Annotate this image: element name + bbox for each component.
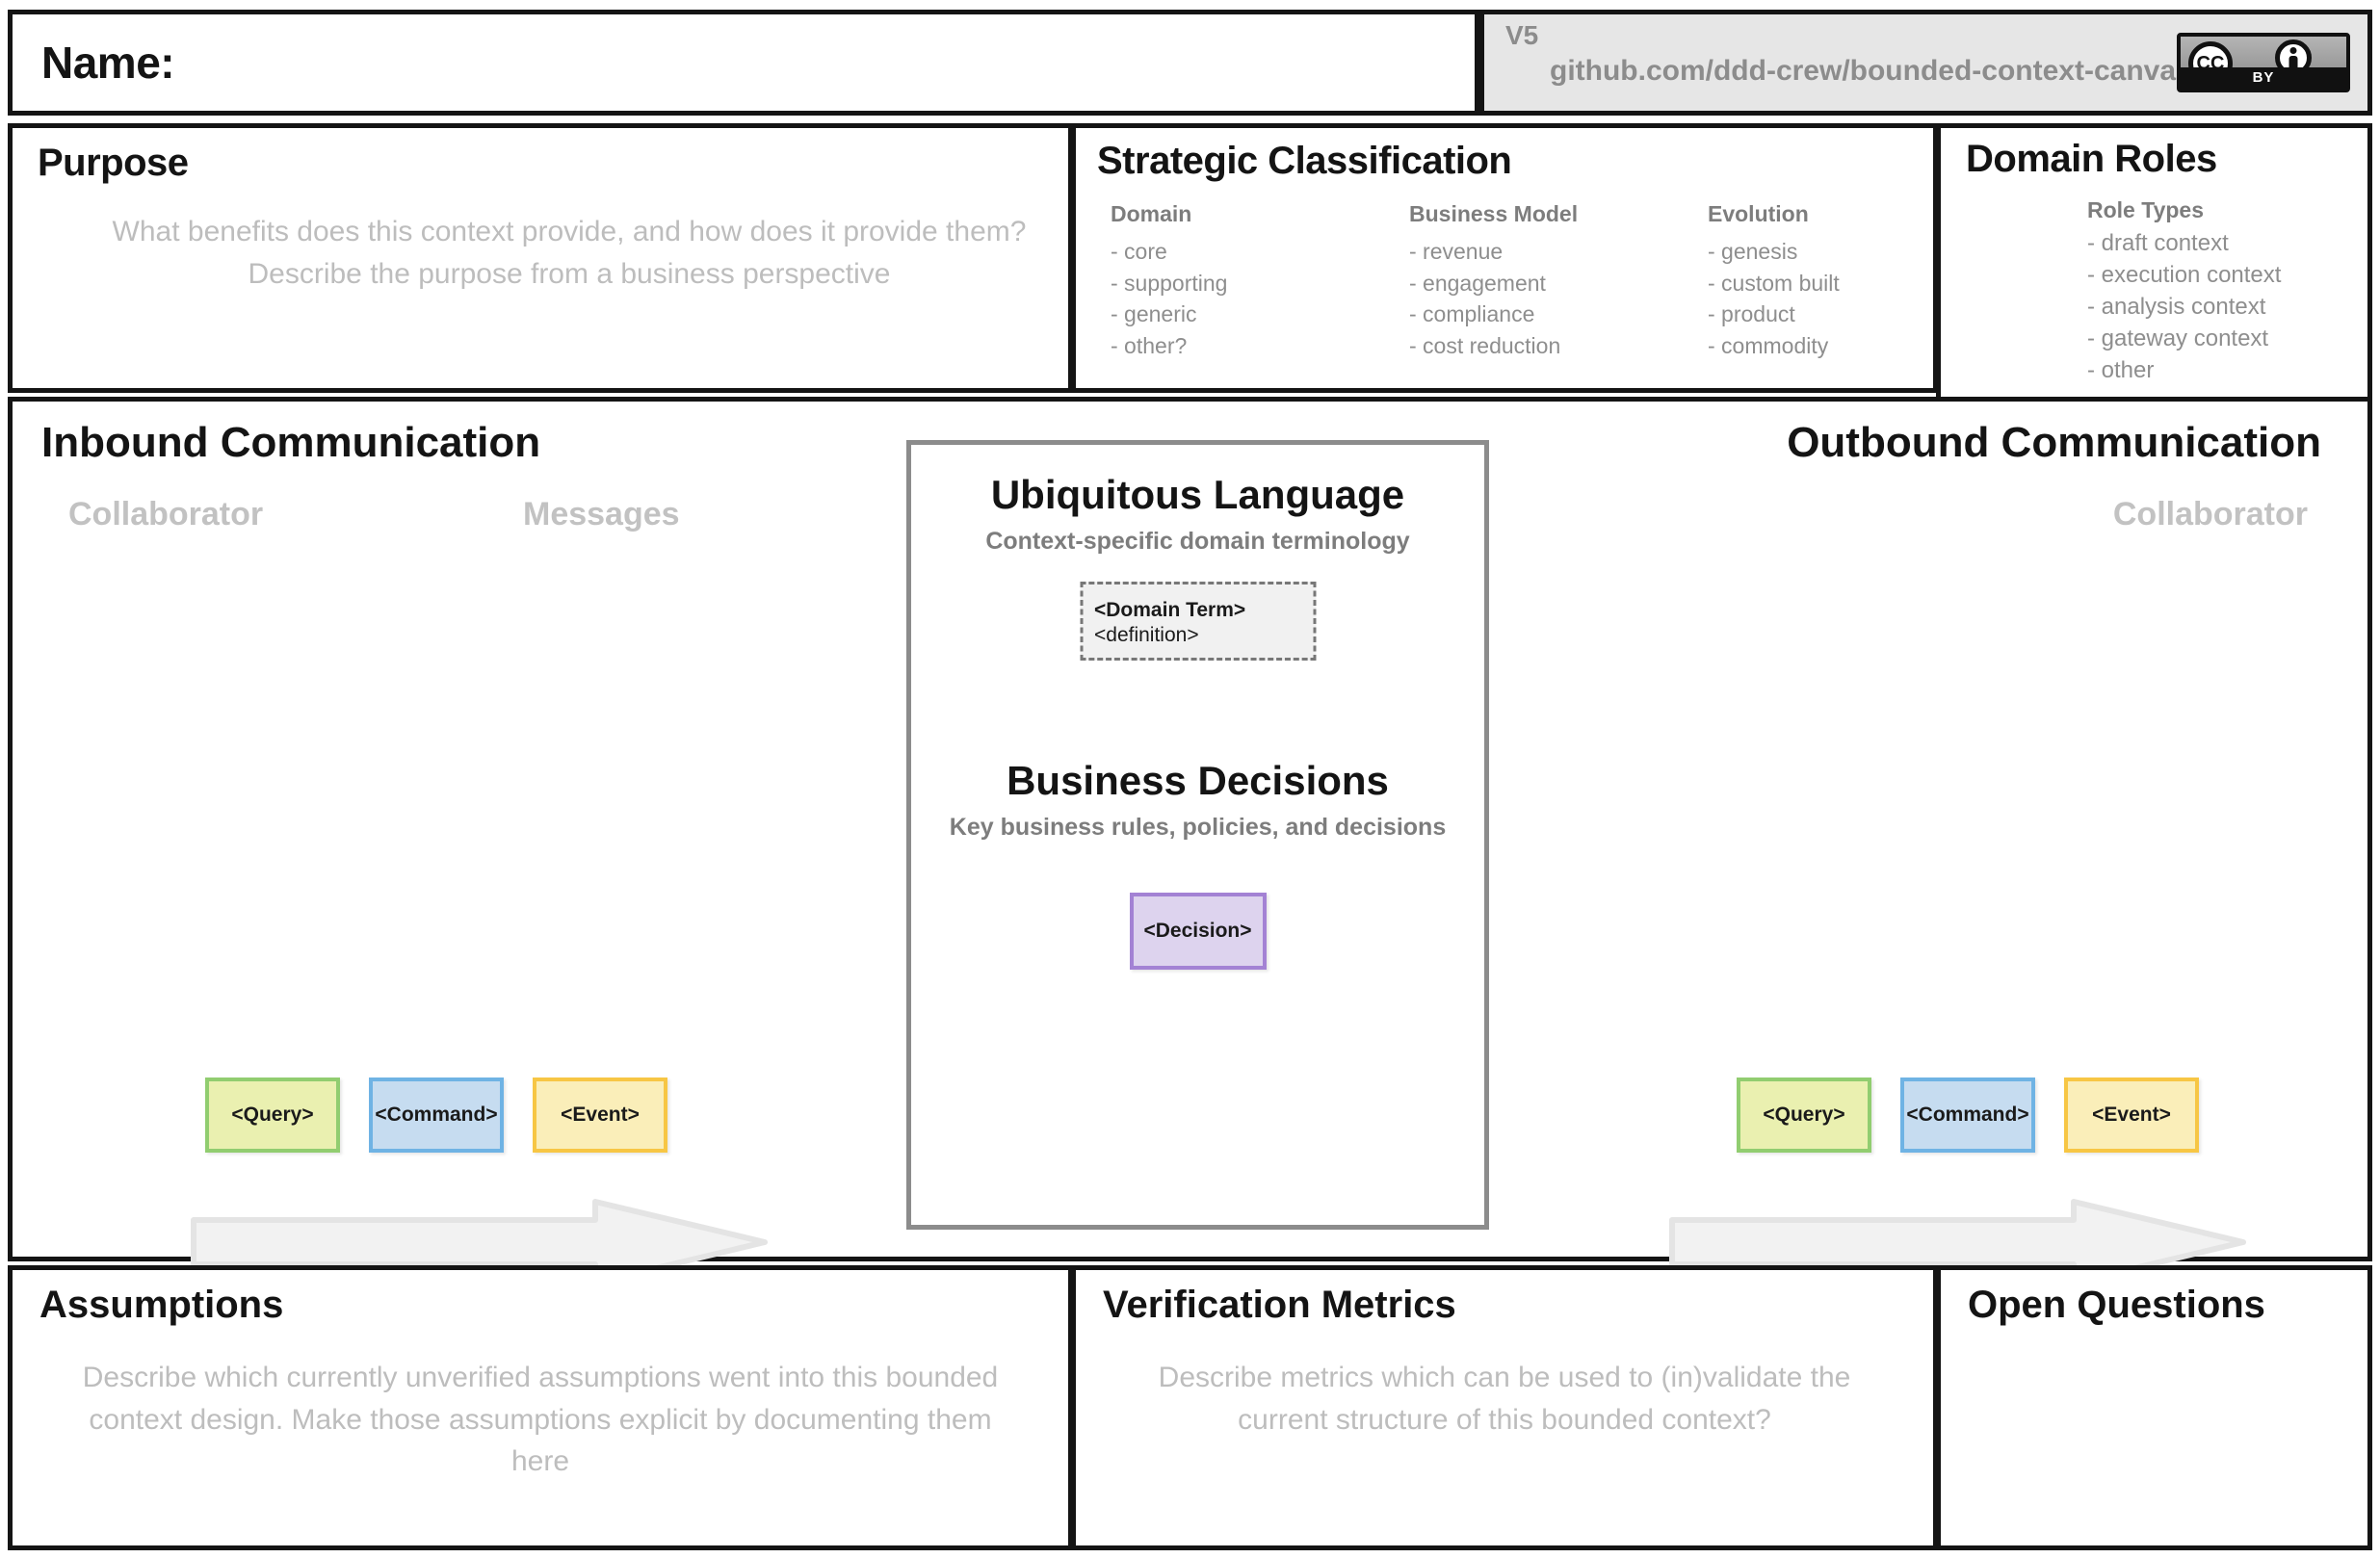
repository-link[interactable]: github.com/ddd-crew/bounded-context-canv… [1550, 55, 2192, 88]
verification-metrics-hint-text: Describe metrics which can be used to (i… [1158, 1362, 1851, 1436]
column-heading: Domain [1111, 201, 1192, 226]
license-by-label: BY [2181, 67, 2346, 89]
domain-roles-panel[interactable]: Domain Roles Role Types - draft context … [1936, 123, 2372, 402]
purpose-title: Purpose [38, 142, 189, 184]
verification-metrics-title: Verification Metrics [1103, 1284, 1456, 1326]
ubiquitous-language-title: Ubiquitous Language [990, 472, 1405, 517]
role-item[interactable]: - gateway context [2087, 324, 2281, 355]
column-heading: Evolution [1708, 201, 1809, 226]
message-chip-query[interactable]: <Query> [205, 1078, 340, 1153]
version-label: V5 [1505, 20, 1539, 50]
communication-panel: Inbound Communication Outbound Communica… [8, 397, 2372, 1285]
open-questions-title: Open Questions [1968, 1284, 2265, 1326]
strategic-column-evolution: Evolution - genesis - custom built - pro… [1708, 201, 1840, 362]
strategic-classification-title: Strategic Classification [1097, 140, 1512, 182]
option-item[interactable]: - generic [1111, 299, 1409, 330]
option-item[interactable]: - cost reduction [1409, 330, 1708, 362]
canvas-meta-panel: V5 github.com/ddd-crew/bounded-context-c… [1479, 10, 2372, 116]
name-label: Name: [41, 38, 175, 88]
inbound-collaborator-label: Collaborator [68, 496, 264, 532]
message-chip-command[interactable]: <Command> [369, 1078, 504, 1153]
outbound-message-chips: <Query> <Command> <Event> [1737, 1078, 2199, 1153]
role-types-heading: Role Types [2087, 197, 2204, 222]
verification-metrics-panel[interactable]: Verification Metrics Describe metrics wh… [1071, 1265, 1938, 1550]
column-heading: Business Model [1409, 201, 1579, 226]
business-decisions-subtitle: Key business rules, policies, and decisi… [949, 814, 1447, 841]
option-item[interactable]: - genesis [1708, 236, 1840, 268]
business-decisions-title: Business Decisions [1007, 758, 1389, 803]
decision-chip[interactable]: <Decision> [1129, 893, 1267, 970]
outbound-communication-title: Outbound Communication [1787, 419, 2321, 466]
name-panel[interactable]: Name: [8, 10, 1479, 116]
inbound-message-chips: <Query> <Command> <Event> [205, 1078, 667, 1153]
role-item[interactable]: - execution context [2087, 260, 2281, 292]
option-item[interactable]: - product [1708, 299, 1840, 330]
option-item[interactable]: - compliance [1409, 299, 1708, 330]
option-item[interactable]: - custom built [1708, 268, 1840, 299]
option-item[interactable]: - supporting [1111, 268, 1409, 299]
message-chip-command[interactable]: <Command> [1900, 1078, 2035, 1153]
domain-roles-title: Domain Roles [1966, 138, 2217, 180]
domain-term-card[interactable]: <Domain Term> <definition> [1080, 582, 1316, 661]
message-chip-event[interactable]: <Event> [2064, 1078, 2199, 1153]
open-questions-panel[interactable]: Open Questions [1936, 1265, 2372, 1550]
domain-term-name: <Domain Term> [1094, 599, 1246, 621]
message-chip-query[interactable]: <Query> [1737, 1078, 1871, 1153]
domain-roles-list: Role Types - draft context - execution c… [2087, 197, 2281, 386]
strategic-classification-columns: Domain - core - supporting - generic - o… [1111, 201, 1923, 362]
strategic-column-domain: Domain - core - supporting - generic - o… [1111, 201, 1409, 362]
strategic-classification-panel[interactable]: Strategic Classification Domain - core -… [1071, 123, 1938, 393]
outbound-collaborator-label: Collaborator [2112, 496, 2308, 532]
strategic-column-business-model: Business Model - revenue - engagement - … [1409, 201, 1708, 362]
inbound-communication-title: Inbound Communication [41, 419, 541, 466]
assumptions-panel[interactable]: Assumptions Describe which currently unv… [8, 1265, 1073, 1550]
center-column: Ubiquitous Language Context-specific dom… [906, 440, 1489, 1230]
purpose-hint-text: What benefits does this context provide,… [112, 216, 1027, 290]
role-item[interactable]: - analysis context [2087, 292, 2281, 324]
bounded-context-canvas: Name: V5 github.com/ddd-crew/bounded-con… [0, 0, 2380, 1558]
header-row: Name: V5 github.com/ddd-crew/bounded-con… [8, 10, 2372, 116]
role-item[interactable]: - draft context [2087, 228, 2281, 260]
assumptions-title: Assumptions [39, 1284, 284, 1326]
option-item[interactable]: - revenue [1409, 236, 1708, 268]
assumptions-hint-text: Describe which currently unverified assu… [82, 1362, 999, 1477]
domain-term-definition: <definition> [1094, 624, 1199, 647]
inbound-messages-label: Messages [523, 496, 680, 532]
creative-commons-by-badge[interactable]: CC BY [2177, 33, 2350, 92]
option-item[interactable]: - core [1111, 236, 1409, 268]
option-item[interactable]: - other? [1111, 330, 1409, 362]
option-item[interactable]: - commodity [1708, 330, 1840, 362]
role-item[interactable]: - other [2087, 355, 2281, 387]
message-chip-event[interactable]: <Event> [533, 1078, 667, 1153]
option-item[interactable]: - engagement [1409, 268, 1708, 299]
ubiquitous-language-subtitle: Context-specific domain terminology [985, 528, 1410, 555]
purpose-panel[interactable]: Purpose What benefits does this context … [8, 123, 1073, 393]
